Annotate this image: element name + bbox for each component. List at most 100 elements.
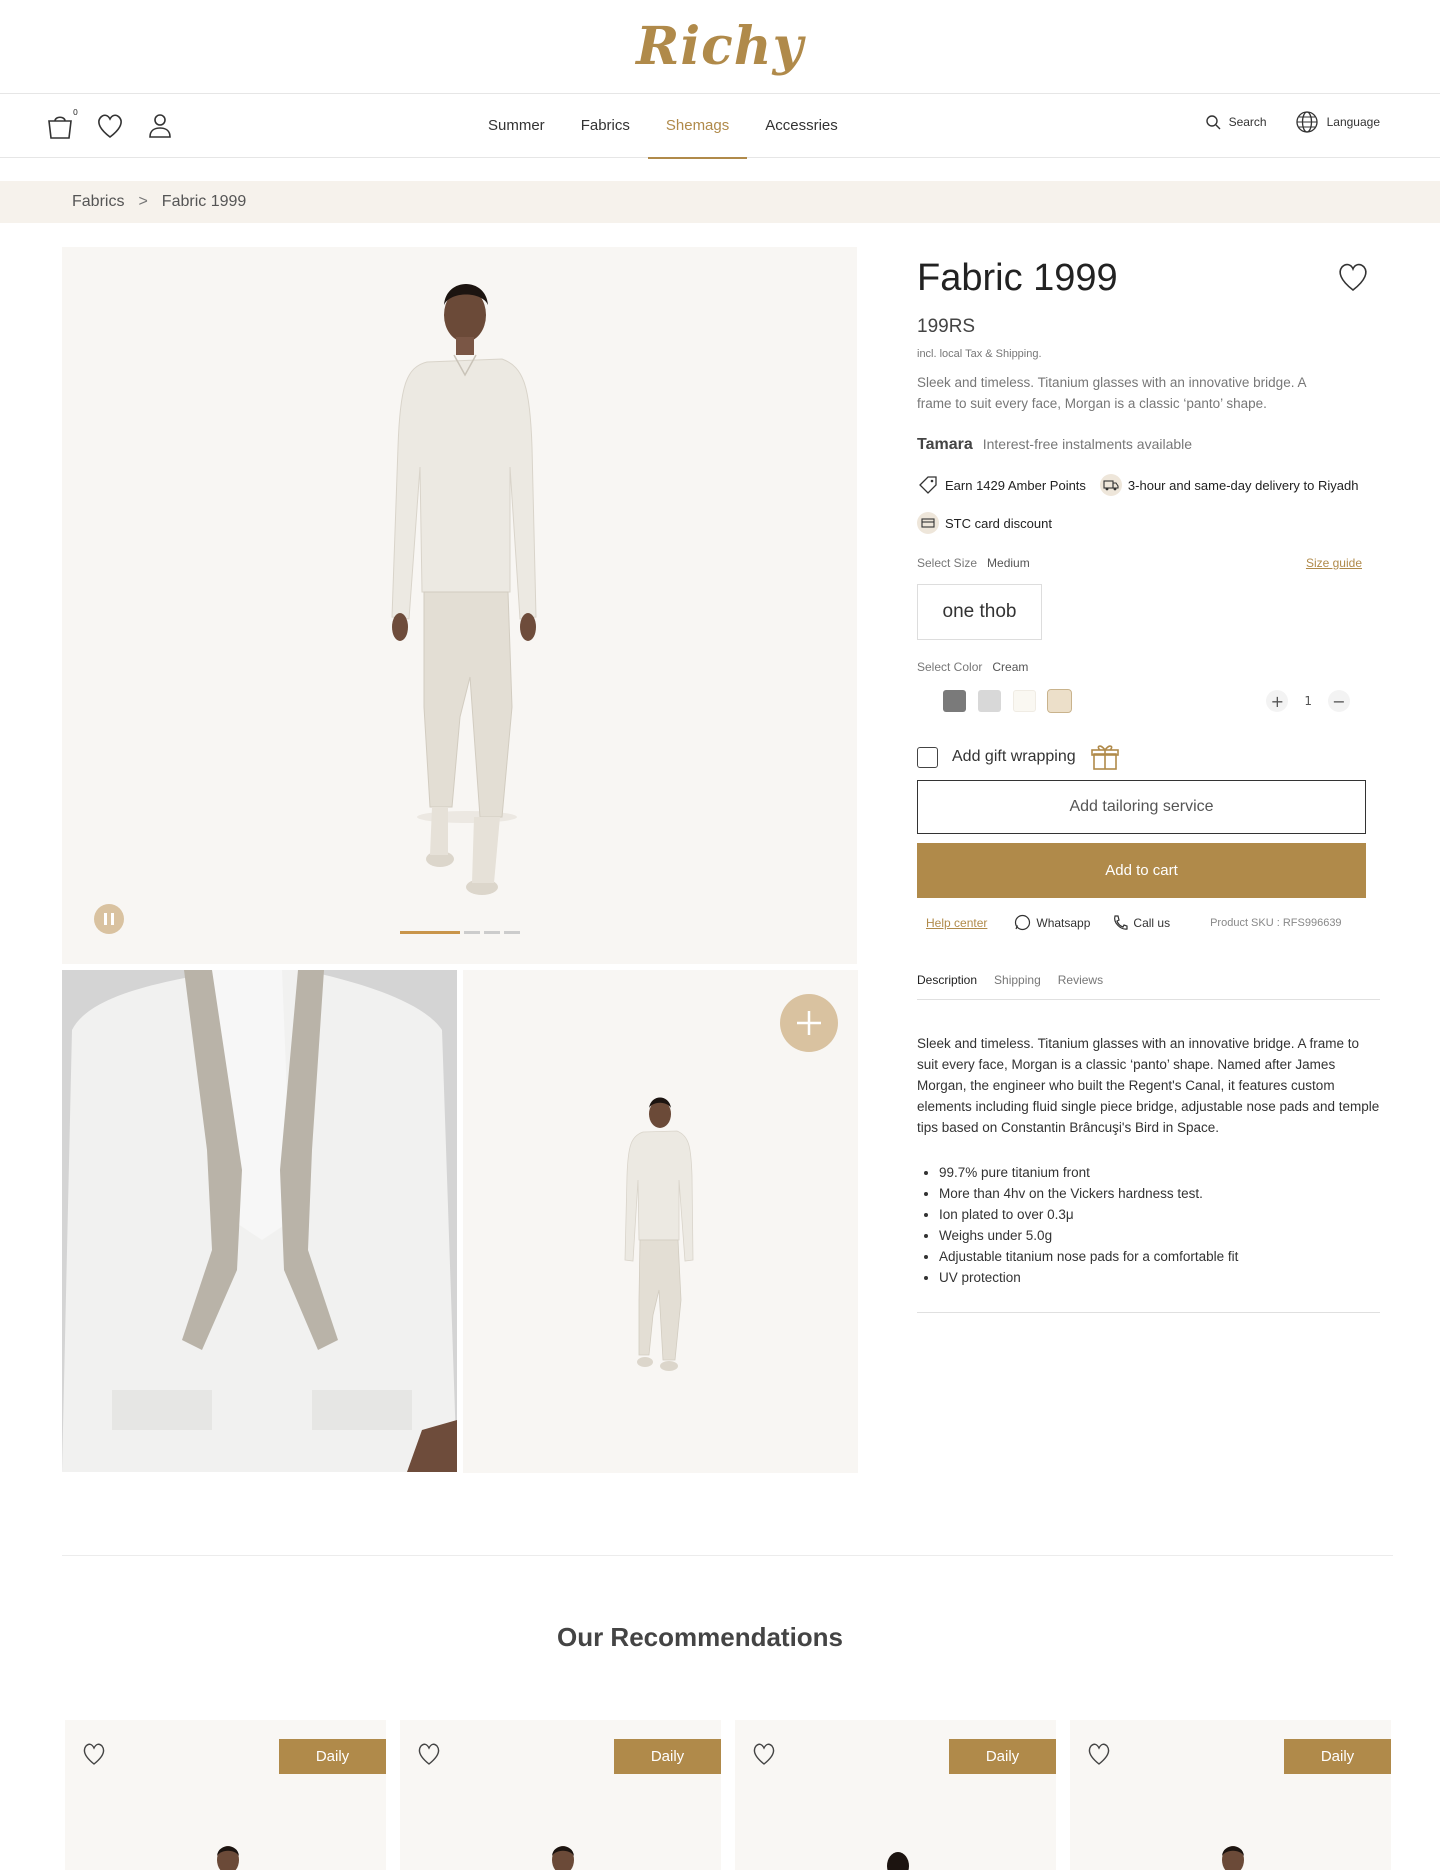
gift-wrapping-checkbox[interactable] — [917, 746, 938, 768]
whatsapp-icon — [1015, 914, 1031, 931]
nav-link-fabrics[interactable]: Fabrics — [563, 94, 648, 158]
color-row: Select Color Cream — [917, 660, 1380, 674]
selected-size-value: Medium — [987, 556, 1030, 570]
breadcrumb-item-fabrics[interactable]: Fabrics — [72, 193, 124, 211]
recommendation-card[interactable]: Daily — [65, 1720, 386, 1870]
tag-icon — [917, 474, 939, 496]
feature-item: Ion plated to over 0.3μ — [939, 1204, 1380, 1225]
whatsapp-link[interactable]: Whatsapp — [1014, 914, 1090, 931]
plus-icon — [797, 1011, 821, 1035]
feature-item: 99.7% pure titanium front — [939, 1162, 1380, 1183]
recommendation-card[interactable]: Daily — [735, 1720, 1056, 1870]
user-account-icon[interactable] — [144, 110, 176, 142]
slide-dot-2[interactable] — [464, 931, 480, 934]
add-to-cart-button[interactable]: Add to cart — [917, 843, 1366, 898]
quantity-stepper: + 1 − — [1266, 690, 1350, 712]
delivery-text: 3-hour and same-day delivery to Riyadh — [1127, 477, 1359, 493]
breadcrumb: Fabrics > Fabric 1999 — [0, 181, 1440, 223]
quantity-decrease-button[interactable]: − — [1328, 690, 1350, 712]
breadcrumb-separator: > — [138, 193, 148, 210]
nav-link-summer[interactable]: Summer — [470, 94, 563, 158]
slide-dot-1[interactable] — [400, 931, 460, 934]
color-swatch[interactable] — [943, 690, 966, 712]
nav-icon-group: 0 — [44, 108, 176, 142]
recommendation-card[interactable]: Daily — [1070, 1720, 1391, 1870]
quantity-increase-button[interactable]: + — [1266, 690, 1289, 712]
card-tag-daily[interactable]: Daily — [614, 1739, 721, 1774]
size-row: Select Size Medium Size guide — [917, 556, 1380, 570]
product-thumb-image[interactable] — [463, 970, 858, 1473]
recommendations-grid: Daily Daily Daily Daily — [65, 1720, 1391, 1870]
quantity-value: 1 — [1304, 694, 1312, 708]
language-button[interactable]: Language — [1295, 110, 1380, 134]
tab-description[interactable]: Description — [917, 973, 977, 987]
product-benefits-2: STC card discount — [917, 512, 1380, 534]
globe-icon — [1295, 111, 1318, 133]
logo-bar: Richy — [0, 0, 1440, 94]
add-tailoring-service-button[interactable]: Add tailoring service — [917, 780, 1366, 834]
slide-dot-3[interactable] — [484, 931, 500, 934]
card-heart-icon[interactable] — [81, 1742, 107, 1766]
product-main-image[interactable] — [62, 247, 857, 964]
card-tag-daily[interactable]: Daily — [949, 1739, 1056, 1774]
card-product-image — [887, 1852, 909, 1870]
pause-icon-bar — [111, 913, 114, 925]
search-button[interactable]: Search — [1205, 114, 1267, 130]
card-heart-icon[interactable] — [1086, 1742, 1112, 1766]
delivery-badge: 3-hour and same-day delivery to Riyadh — [1099, 474, 1359, 496]
feature-item: Weighs under 5.0g — [939, 1225, 1380, 1246]
tax-note: incl. local Tax & Shipping. — [917, 348, 1042, 360]
tab-reviews[interactable]: Reviews — [1058, 973, 1103, 987]
phone-icon — [1114, 914, 1129, 930]
recommendations-title: Our Recommendations — [556, 1622, 844, 1652]
color-swatch[interactable] — [978, 690, 1001, 712]
size-option-button[interactable]: one thob — [917, 584, 1042, 640]
main-nav-bar: 0 Summer Fabrics Shemags Accessries Sear… — [0, 94, 1440, 159]
color-swatch[interactable] — [1013, 690, 1036, 712]
recommendation-card[interactable]: Daily — [400, 1720, 721, 1870]
card-product-image — [1222, 1846, 1244, 1870]
card-icon — [917, 512, 939, 534]
card-heart-icon[interactable] — [416, 1742, 442, 1766]
zoom-plus-button[interactable] — [780, 994, 838, 1052]
truck-icon — [1099, 474, 1122, 496]
category-nav: Summer Fabrics Shemags Accessries — [470, 94, 856, 159]
product-description: Sleek and timeless. Titanium glasses wit… — [917, 1036, 1380, 1135]
feature-item: More than 4hv on the Vickers hardness te… — [939, 1183, 1380, 1204]
color-swatch[interactable] — [1047, 689, 1072, 713]
card-product-image — [217, 1846, 239, 1870]
product-wishlist-heart-icon[interactable] — [1336, 261, 1370, 297]
color-qty-row: + 1 − — [917, 689, 1380, 713]
card-heart-icon[interactable] — [751, 1742, 777, 1766]
call-us-link[interactable]: Call us — [1112, 914, 1171, 931]
feature-list: 99.7% pure titanium front More than 4hv … — [917, 1162, 1380, 1288]
card-tag-daily[interactable]: Daily — [279, 1739, 386, 1774]
tamara-installments[interactable]: Tamara Interest-free instalments availab… — [917, 436, 1380, 454]
cart-icon[interactable]: 0 — [44, 108, 78, 142]
help-center-link[interactable]: Help center — [926, 916, 987, 930]
nav-link-accessries[interactable]: Accessries — [747, 94, 856, 158]
size-guide-link[interactable]: Size guide — [1306, 556, 1362, 570]
nav-link-shemags[interactable]: Shemags — [647, 94, 748, 159]
gift-wrapping-option: Add gift wrapping — [917, 742, 1380, 772]
description-divider — [917, 1312, 1380, 1313]
card-tag-daily[interactable]: Daily — [1284, 1739, 1391, 1774]
slideshow-pause-button[interactable] — [94, 904, 124, 934]
slide-dot-4[interactable] — [504, 931, 520, 934]
product-price: 199RS — [917, 316, 976, 337]
jacket-closeup-image — [62, 970, 457, 1472]
call-us-label: Call us — [1133, 915, 1171, 930]
product-tabs: Description Shipping Reviews — [917, 973, 1380, 1000]
section-divider — [62, 1555, 1393, 1556]
brand-logo[interactable]: Richy — [636, 16, 804, 77]
stc-discount-text: STC card discount — [945, 515, 1052, 531]
nav-utility-group: Search Language — [1205, 110, 1380, 134]
wishlist-heart-icon[interactable] — [94, 110, 126, 142]
short-description: Sleek and timeless. Titanium glasses wit… — [917, 375, 1306, 411]
product-detail-image-jacket[interactable] — [62, 970, 457, 1472]
card-product-image — [552, 1846, 574, 1870]
selected-color-value: Cream — [992, 660, 1029, 674]
feature-item: UV protection — [939, 1267, 1380, 1288]
language-label: Language — [1326, 115, 1380, 129]
tab-shipping[interactable]: Shipping — [994, 973, 1041, 987]
